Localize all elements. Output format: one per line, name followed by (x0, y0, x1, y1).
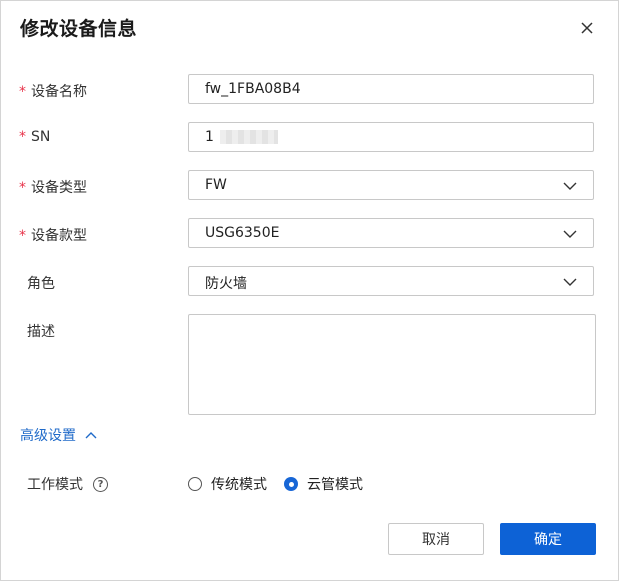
radio-label: 云管模式 (307, 477, 363, 493)
device-type-label: * 设备类型 (19, 180, 87, 196)
role-label: 角色 (27, 276, 55, 292)
device-model-value: USG6350E (205, 225, 280, 241)
edit-device-dialog: 修改设备信息 * 设备名称 fw_1FBA08B4 * SN 1 * 设备类型 FW … (0, 0, 619, 581)
help-icon[interactable]: ? (93, 476, 108, 492)
required-mark: * (19, 84, 26, 100)
chevron-down-icon (563, 278, 577, 286)
device-type-select[interactable]: FW (188, 170, 594, 200)
role-select[interactable]: 防火墙 (188, 266, 594, 296)
radio-label: 传统模式 (211, 477, 267, 493)
advanced-settings-toggle[interactable]: 高级设置 (20, 425, 98, 445)
radio-cloud-mode[interactable]: 云管模式 (284, 474, 363, 494)
confirm-button[interactable]: 确定 (500, 523, 596, 555)
device-name-input[interactable]: fw_1FBA08B4 (188, 74, 594, 104)
device-name-label: * 设备名称 (19, 84, 87, 100)
advanced-settings-label: 高级设置 (20, 428, 76, 444)
cancel-button[interactable]: 取消 (388, 523, 484, 555)
chevron-down-icon (563, 230, 577, 238)
device-name-value: fw_1FBA08B4 (205, 81, 301, 97)
device-type-value: FW (205, 177, 227, 193)
chevron-up-icon (85, 432, 97, 439)
required-mark: * (19, 180, 26, 196)
dialog-title: 修改设备信息 (20, 18, 138, 40)
close-icon[interactable] (577, 18, 597, 38)
work-mode-label: 工作模式 ? (27, 474, 108, 494)
description-label: 描述 (27, 324, 55, 340)
sn-label: * SN (19, 129, 51, 145)
radio-unchecked-icon (188, 477, 202, 491)
sn-input[interactable]: 1 (188, 122, 594, 152)
required-mark: * (19, 228, 26, 244)
device-model-label: * 设备款型 (19, 228, 87, 244)
radio-checked-icon (284, 477, 298, 491)
description-textarea[interactable] (188, 314, 596, 415)
redacted-region (219, 130, 278, 144)
role-value: 防火墙 (205, 276, 247, 292)
sn-value: 1 (205, 129, 278, 145)
radio-traditional-mode[interactable]: 传统模式 (188, 474, 267, 494)
chevron-down-icon (563, 182, 577, 190)
device-model-select[interactable]: USG6350E (188, 218, 594, 248)
required-mark: * (19, 129, 26, 145)
